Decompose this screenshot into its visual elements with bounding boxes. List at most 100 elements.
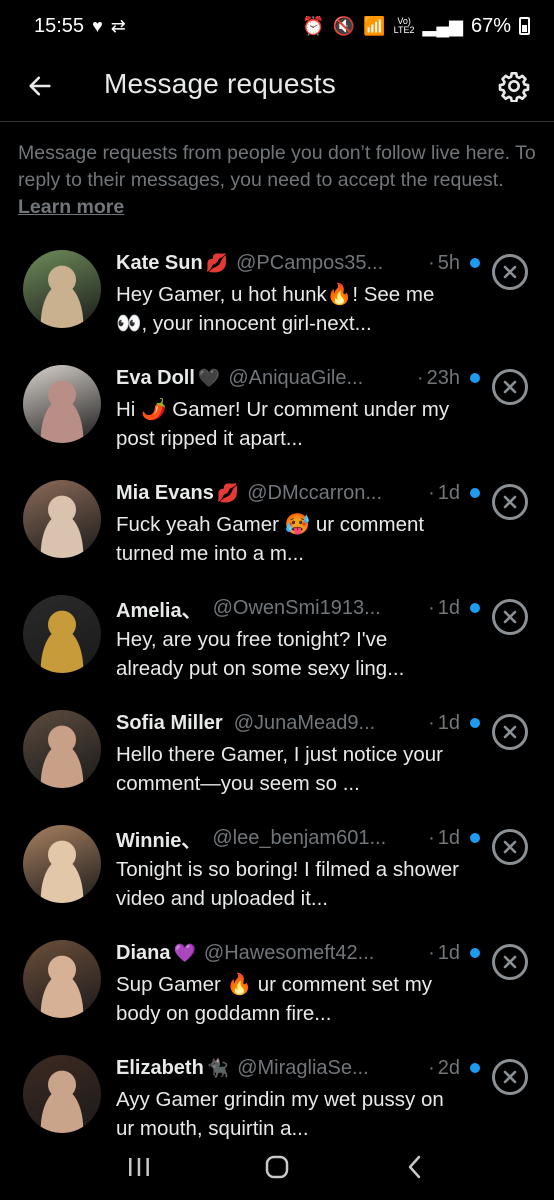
recent-apps-button[interactable] <box>119 1147 159 1187</box>
status-bar: 15:55 ♥ ⇄ ⏰ 🔇 📶 Vo) LTE2 ▂▄▆ 67% <box>0 0 554 52</box>
sender-name: Mia Evans <box>116 481 214 504</box>
signal-icon: ▂▄▆ <box>422 15 463 36</box>
request-time: 5h <box>437 251 460 274</box>
dismiss-request-button[interactable] <box>492 599 528 635</box>
request-header: Mia Evans 💋 @DMccarron... · 1d <box>116 476 460 510</box>
header: Message requests <box>0 52 554 120</box>
unread-dot <box>470 488 480 498</box>
sender-name: Diana <box>116 941 171 964</box>
recent-apps-icon <box>129 1158 149 1176</box>
request-time: 1d <box>437 596 460 619</box>
message-preview: Hey Gamer, u hot hunk🔥! See me👀, your in… <box>116 283 435 335</box>
request-header: Elizabeth 🐈‍⬛ @MiragliaSe... · 2d <box>116 1051 460 1085</box>
request-header: Amelia、 @OwenSmi1913... · 1d <box>116 591 460 625</box>
sender-name: Amelia、 <box>116 599 202 622</box>
unread-dot <box>470 1063 480 1073</box>
battery-icon <box>519 17 530 35</box>
message-request-row[interactable]: Eva Doll 🖤 @AniquaGile... · 23h Hi 🌶️ Ga… <box>0 361 554 476</box>
request-content: Mia Evans 💋 @DMccarron... · 1d Fuck yeah… <box>116 476 480 568</box>
name-emoji: 💋 <box>216 482 240 503</box>
unread-dot <box>470 373 480 383</box>
gear-icon <box>498 72 530 102</box>
request-content: Elizabeth 🐈‍⬛ @MiragliaSe... · 2d Ayy Ga… <box>116 1051 480 1143</box>
avatar[interactable] <box>23 1055 101 1133</box>
avatar[interactable] <box>23 480 101 558</box>
request-content: Amelia、 @OwenSmi1913... · 1d Hey, are yo… <box>116 591 480 683</box>
close-icon <box>503 380 517 394</box>
back-button[interactable] <box>22 68 58 104</box>
avatar[interactable] <box>23 365 101 443</box>
request-time: 1d <box>437 941 460 964</box>
avatar[interactable] <box>23 250 101 328</box>
arrow-left-icon <box>29 76 51 96</box>
chevron-left-icon <box>408 1155 421 1179</box>
close-icon <box>503 840 517 854</box>
separator-dot: · <box>428 251 435 274</box>
page-title: Message requests <box>104 68 336 99</box>
unread-dot <box>470 603 480 613</box>
dismiss-request-button[interactable] <box>492 714 528 750</box>
sender-name: Eva Doll <box>116 366 195 389</box>
request-content: Sofia Miller @JunaMead9... · 1d Hello th… <box>116 706 480 798</box>
request-content: Kate Sun 💋 @PCampos35... · 5h Hey Gamer,… <box>116 246 480 338</box>
system-nav-bar <box>0 1134 554 1200</box>
avatar[interactable] <box>23 940 101 1018</box>
avatar[interactable] <box>23 710 101 788</box>
close-icon <box>503 725 517 739</box>
message-preview: Tonight is so boring! I filmed a shower … <box>116 858 459 910</box>
dismiss-request-button[interactable] <box>492 829 528 865</box>
system-back-button[interactable] <box>395 1147 435 1187</box>
separator-dot: · <box>416 366 424 389</box>
message-request-row[interactable]: Kate Sun 💋 @PCampos35... · 5h Hey Gamer,… <box>0 246 554 361</box>
request-content: Eva Doll 🖤 @AniquaGile... · 23h Hi 🌶️ Ga… <box>116 361 480 453</box>
alarm-icon: ⏰ <box>302 15 325 36</box>
message-request-row[interactable]: Winnie、 @lee_benjam601... · 1d Tonight i… <box>0 821 554 936</box>
request-content: Diana 💜 @Hawesomeft42... · 1d Sup Gamer … <box>116 936 480 1028</box>
status-left: 15:55 ♥ ⇄ <box>34 15 126 38</box>
separator-dot: · <box>428 481 435 504</box>
learn-more-link[interactable]: Learn more <box>18 196 124 218</box>
dismiss-request-button[interactable] <box>492 369 528 405</box>
sender-name: Elizabeth <box>116 1056 204 1079</box>
separator-dot: · <box>428 711 435 734</box>
message-preview: Fuck yeah Gamer 🥵 ur comment turned me i… <box>116 513 425 565</box>
retweet-icon: ⇄ <box>110 15 126 36</box>
name-emoji: 💋 <box>205 252 229 273</box>
sender-handle: @lee_benjam601... <box>212 826 387 849</box>
separator-dot: · <box>428 941 435 964</box>
separator-dot: · <box>428 826 435 849</box>
heart-icon: ♥ <box>92 15 103 36</box>
separator-dot: · <box>428 1056 435 1079</box>
message-preview: Hey, are you free tonight? I've already … <box>116 628 405 680</box>
message-request-row[interactable]: Mia Evans 💋 @DMccarron... · 1d Fuck yeah… <box>0 476 554 591</box>
sender-handle: @DMccarron... <box>247 481 383 504</box>
home-button[interactable] <box>257 1147 297 1187</box>
close-icon <box>503 1070 517 1084</box>
dismiss-request-button[interactable] <box>492 484 528 520</box>
sender-handle: @PCampos35... <box>236 251 384 274</box>
status-right: ⏰ 🔇 📶 Vo) LTE2 ▂▄▆ 67% <box>302 15 530 38</box>
dismiss-request-button[interactable] <box>492 254 528 290</box>
request-header: Diana 💜 @Hawesomeft42... · 1d <box>116 936 460 970</box>
message-preview: Sup Gamer 🔥 ur comment set my body on go… <box>116 973 433 1025</box>
message-request-row[interactable]: Amelia、 @OwenSmi1913... · 1d Hey, are yo… <box>0 591 554 706</box>
sender-handle: @MiragliaSe... <box>237 1056 369 1079</box>
request-header: Kate Sun 💋 @PCampos35... · 5h <box>116 246 460 280</box>
mute-icon: 🔇 <box>332 15 356 36</box>
network-indicator: Vo) LTE2 <box>394 17 415 35</box>
request-header: Eva Doll 🖤 @AniquaGile... · 23h <box>116 361 460 395</box>
message-request-row[interactable]: Diana 💜 @Hawesomeft42... · 1d Sup Gamer … <box>0 936 554 1051</box>
avatar[interactable] <box>23 595 101 673</box>
wifi-icon: 📶 <box>363 15 386 36</box>
avatar[interactable] <box>23 825 101 903</box>
close-icon <box>503 495 517 509</box>
dismiss-request-button[interactable] <box>492 1059 528 1095</box>
message-request-row[interactable]: Sofia Miller @JunaMead9... · 1d Hello th… <box>0 706 554 821</box>
request-time: 1d <box>437 711 460 734</box>
sender-handle: @JunaMead9... <box>233 711 376 734</box>
dismiss-request-button[interactable] <box>492 944 528 980</box>
settings-button[interactable] <box>494 66 534 106</box>
sender-name: Winnie、 <box>116 829 202 852</box>
lte-label: LTE2 <box>393 25 415 35</box>
name-emoji: 💜 <box>173 942 196 963</box>
